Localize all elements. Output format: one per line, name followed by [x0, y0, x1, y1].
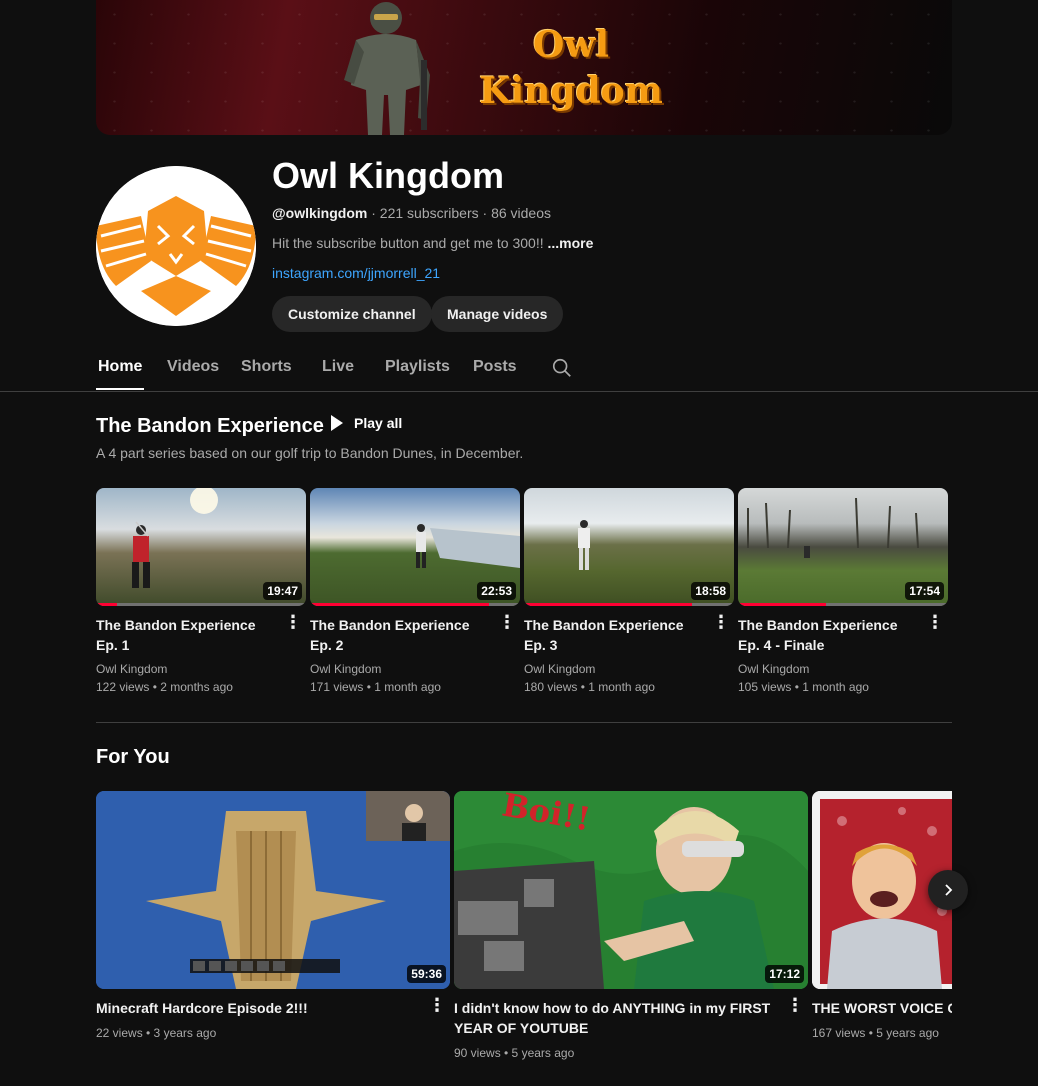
watch-progress-bar: [310, 603, 520, 606]
video-title[interactable]: The Bandon Experience Ep. 2: [310, 615, 520, 655]
customize-channel-button[interactable]: Customize channel: [272, 296, 432, 332]
video-title[interactable]: The Bandon Experience Ep. 4 - Finale: [738, 615, 948, 655]
more-link[interactable]: ...more: [548, 235, 594, 251]
video-duration: 17:54: [905, 582, 944, 600]
video-count: 86 videos: [491, 205, 551, 221]
video-stats: 122 views • 2 months ago: [96, 680, 233, 694]
playlist-video-card[interactable]: 18:58 The Bandon Experience Ep. 3 ⋮ Owl …: [524, 488, 734, 694]
for-you-video-card[interactable]: Boi!! 17:12 I didn't know how to do ANYT…: [454, 791, 808, 1060]
video-stats: 167 views • 5 years ago: [812, 1026, 939, 1040]
video-duration: 17:12: [765, 965, 804, 983]
active-tab-indicator: [96, 388, 144, 390]
banner-logo-line1: Owl: [532, 24, 610, 66]
video-duration: 18:58: [691, 582, 730, 600]
video-thumbnail[interactable]: 18:58: [524, 488, 734, 606]
channel-description[interactable]: Hit the subscribe button and get me to 3…: [272, 235, 593, 251]
playlist-video-card[interactable]: 19:47 The Bandon Experience Ep. 1 ⋮ Owl …: [96, 488, 306, 694]
banner-logo-text: Owl Kingdom: [456, 22, 686, 114]
video-stats: 22 views • 3 years ago: [96, 1026, 217, 1040]
channel-title: Owl Kingdom: [272, 155, 504, 196]
banner-logo-line2: Kingdom: [479, 70, 663, 112]
more-options-icon[interactable]: ⋮: [926, 613, 944, 631]
video-title[interactable]: Minecraft Hardcore Episode 2!!!: [96, 998, 450, 1018]
play-icon: [331, 415, 343, 431]
video-thumbnail[interactable]: 59:36: [96, 791, 450, 989]
video-stats: 90 views • 5 years ago: [454, 1046, 575, 1060]
video-stats: 180 views • 1 month ago: [524, 680, 655, 694]
owl-logo-icon: [96, 166, 256, 326]
video-channel[interactable]: Owl Kingdom: [96, 662, 306, 676]
video-thumbnail[interactable]: 19:47: [96, 488, 306, 606]
for-you-video-card[interactable]: 59:36 Minecraft Hardcore Episode 2!!! ⋮ …: [96, 791, 450, 1040]
banner-soldier-image: [344, 2, 430, 135]
video-channel[interactable]: Owl Kingdom: [310, 662, 520, 676]
thumbnail-image: [96, 791, 450, 989]
play-all-label: Play all: [354, 415, 403, 431]
video-duration: 22:53: [477, 582, 516, 600]
for-you-video-card[interactable]: THE WORST VOICE CR 167 views • 5 years a…: [812, 791, 952, 1040]
tabs-divider: [0, 391, 1038, 392]
meta-separator: ·: [482, 205, 488, 221]
playlist-video-card[interactable]: 17:54 The Bandon Experience Ep. 4 - Fina…: [738, 488, 948, 694]
for-you-section-title: For You: [96, 746, 170, 768]
video-title[interactable]: The Bandon Experience Ep. 1: [96, 615, 306, 655]
video-title[interactable]: I didn't know how to do ANYTHING in my F…: [454, 998, 808, 1038]
search-icon[interactable]: [551, 357, 573, 379]
video-stats: 171 views • 1 month ago: [310, 680, 441, 694]
watch-progress-bar: [96, 603, 306, 606]
subscriber-count: 221 subscribers: [379, 205, 479, 221]
video-channel[interactable]: Owl Kingdom: [524, 662, 734, 676]
channel-handle: @owlkingdom: [272, 205, 368, 221]
playlist-section-description: A 4 part series based on our golf trip t…: [96, 445, 524, 461]
chevron-right-icon: [945, 884, 953, 896]
more-options-icon[interactable]: ⋮: [284, 613, 302, 631]
video-thumbnail[interactable]: 17:54: [738, 488, 948, 606]
playlist-video-card[interactable]: 22:53 The Bandon Experience Ep. 2 ⋮ Owl …: [310, 488, 520, 694]
more-options-icon[interactable]: ⋮: [712, 613, 730, 631]
channel-description-text: Hit the subscribe button and get me to 3…: [272, 235, 544, 251]
video-thumbnail[interactable]: 22:53: [310, 488, 520, 606]
tab-playlists[interactable]: Playlists: [385, 358, 450, 376]
for-you-video-card-clip: THE WORST VOICE CR 167 views • 5 years a…: [812, 791, 952, 1071]
video-duration: 59:36: [407, 965, 446, 983]
tab-posts[interactable]: Posts: [473, 358, 517, 376]
video-title[interactable]: The Bandon Experience Ep. 3: [524, 615, 734, 655]
tab-live[interactable]: Live: [322, 358, 354, 376]
video-channel[interactable]: Owl Kingdom: [738, 662, 948, 676]
more-options-icon[interactable]: ⋮: [786, 996, 804, 1014]
section-divider: [96, 722, 952, 723]
video-stats: 105 views • 1 month ago: [738, 680, 869, 694]
play-all-button[interactable]: Play all: [330, 415, 402, 431]
watch-progress-bar: [738, 603, 948, 606]
channel-avatar[interactable]: [96, 166, 256, 326]
channel-link[interactable]: instagram.com/jjmorrell_21: [272, 265, 440, 281]
tab-videos[interactable]: Videos: [167, 358, 219, 376]
video-duration: 19:47: [263, 582, 302, 600]
carousel-next-button[interactable]: [928, 870, 968, 910]
tab-shorts[interactable]: Shorts: [241, 358, 292, 376]
channel-meta: @owlkingdom · 221 subscribers · 86 video…: [272, 205, 551, 221]
playlist-section-title[interactable]: The Bandon Experience: [96, 415, 324, 438]
more-options-icon[interactable]: ⋮: [498, 613, 516, 631]
video-thumbnail[interactable]: Boi!! 17:12: [454, 791, 808, 989]
channel-banner: Owl Kingdom: [96, 0, 952, 135]
watch-progress-bar: [524, 603, 734, 606]
meta-separator: ·: [371, 205, 376, 221]
tab-home[interactable]: Home: [98, 358, 142, 376]
video-title[interactable]: THE WORST VOICE CR: [812, 998, 952, 1018]
more-options-icon[interactable]: ⋮: [428, 996, 446, 1014]
manage-videos-button[interactable]: Manage videos: [431, 296, 564, 332]
